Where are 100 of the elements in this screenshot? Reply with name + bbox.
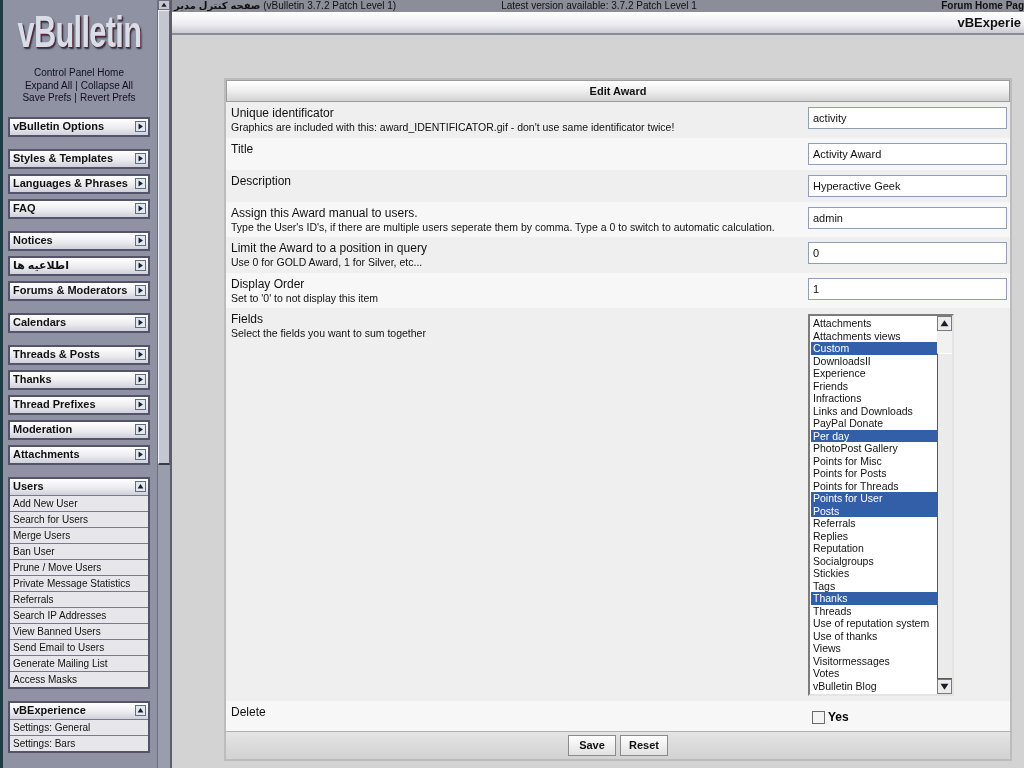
listbox-option[interactable]: Friends [811,379,937,392]
sidebar-group-header[interactable]: Styles & Templates [10,150,148,167]
text-field[interactable]: Hyperactive Geek [808,174,1007,197]
listbox-option[interactable]: DownloadsII [811,354,937,367]
scrollbar[interactable] [157,0,170,768]
listbox-option[interactable]: Threads [811,604,937,617]
listbox-option[interactable]: Experience [811,367,937,380]
right-arrow-icon[interactable] [135,449,146,460]
sidebar-group-header[interactable]: Thread Prefixes [10,396,148,413]
field-label: Delete [231,705,267,719]
link-separator: | [74,92,77,103]
field-label: Fields [231,312,264,326]
listbox-option[interactable]: Reputation [811,542,937,555]
sidebar-group-header[interactable]: Threads & Posts [10,346,148,363]
up-arrow-icon[interactable] [135,705,146,716]
sidebar-group-header[interactable]: FAQ [10,200,148,217]
field-hint: Use 0 for GOLD Award, 1 for Silver, etc... [231,256,424,269]
listbox-option[interactable]: Replies [811,529,937,542]
field-hint: Select the fields you want to sum together [231,327,427,340]
right-arrow-icon[interactable] [135,349,146,360]
right-arrow-icon[interactable] [135,203,146,214]
right-arrow-icon[interactable] [135,374,146,385]
listbox-option[interactable]: Referrals [811,517,937,530]
listbox-option[interactable]: PhotoPost Gallery [811,442,937,455]
sidebar-group-header[interactable]: Thanks [10,371,148,388]
listbox-option[interactable]: Use of reputation system [811,617,937,630]
sidebar-link[interactable]: Collapse All [80,79,134,91]
right-arrow-icon[interactable] [135,153,146,164]
sidebar-group-header[interactable]: Languages & Phrases [10,175,148,192]
field-label: Assign this Award manual to users. [231,205,419,220]
field-hint: Set to '0' to not display this item [231,291,379,304]
field-label: Limit the Award to a position in query [231,241,428,255]
sidebar-group-header[interactable]: Calendars [10,314,148,331]
forum-home-link[interactable]: Forum Home Pag [941,0,1024,12]
right-arrow-icon[interactable] [135,178,146,189]
sidebar-group-header[interactable]: Attachments [10,446,148,463]
right-arrow-icon[interactable] [135,399,146,410]
scroll-up-icon[interactable] [937,316,952,331]
listbox-option[interactable]: Votes [811,667,937,680]
listbox-option[interactable]: Custom [811,342,937,355]
up-arrow-icon[interactable] [135,481,146,492]
version-notice: Latest version available: 3.7.2 Patch Level 1 [501,0,697,12]
product-title: vBExperie [957,15,1021,30]
scroll-up-icon[interactable] [158,0,170,10]
listbox-option[interactable]: Points for Threads [811,479,937,492]
sidebar-group-header[interactable]: Moderation [10,421,148,438]
listbox-option[interactable]: Points for Posts [811,467,937,480]
sidebar-group-header[interactable]: vBExperience [10,702,148,719]
form-button[interactable]: Save [568,735,616,756]
sidebar-link[interactable]: Save Prefs [22,92,72,103]
field-label: Display Order [231,276,306,291]
link-separator: | [75,79,78,91]
listbox-option[interactable]: Links and Downloads [811,404,937,417]
scrollbar-thumb[interactable] [158,10,170,465]
sidebar-group-header[interactable]: vBulletin Options [10,118,148,135]
listbox-option[interactable]: Visitormessages [811,654,937,667]
listbox-option[interactable]: Socialgroups [811,554,937,567]
checkbox[interactable] [812,710,825,724]
listbox-option[interactable]: Points for User [811,492,937,505]
sidebar-group-header[interactable]: Notices [10,232,148,249]
field-label: Title [231,141,255,156]
listbox-option[interactable]: vBulletin Blog [811,679,937,692]
text-field[interactable]: Activity Award [808,142,1007,165]
sidebar-group-header[interactable]: اطلاعیه ها [10,257,148,274]
text-field[interactable]: admin [808,206,1007,229]
text-field[interactable]: activity [808,107,1007,129]
sidebar-group-header[interactable]: Users [10,478,148,495]
sidebar-link[interactable]: Revert Prefs [79,92,136,103]
right-arrow-icon[interactable] [135,260,146,271]
field-label: Unique identificator [231,106,335,120]
form-button[interactable]: Reset [620,735,668,756]
right-arrow-icon[interactable] [135,317,146,328]
sidebar-link[interactable]: Expand All [24,79,73,91]
listbox-option[interactable]: Use of thanks [811,629,937,642]
logo: vBulletin [17,7,141,57]
right-arrow-icon[interactable] [135,285,146,296]
listbox-option[interactable]: Thanks [811,592,937,605]
text-field[interactable]: 0 [808,242,1007,264]
listbox-option[interactable]: Attachments views [811,329,937,342]
listbox-option[interactable]: Per day [811,429,937,442]
scroll-down-icon[interactable] [937,679,952,694]
listbox-option[interactable]: Attachments [811,317,937,330]
field-label: Description [231,173,293,188]
listbox-option[interactable]: Stickies [811,567,937,580]
listbox-option[interactable]: Points for Misc [811,454,937,467]
right-arrow-icon[interactable] [135,424,146,435]
right-arrow-icon[interactable] [135,121,146,132]
sidebar-link[interactable]: Control Panel Home [33,67,124,78]
checkbox-label[interactable]: Yes [828,710,849,725]
panel-title: Edit Award [226,80,1010,102]
right-arrow-icon[interactable] [135,235,146,246]
listbox-option[interactable]: Tags [811,579,937,592]
text-field[interactable]: 1 [808,277,1007,300]
sidebar-group-header[interactable]: Forums & Moderators [10,282,148,299]
listbox-option[interactable]: PayPal Donate [811,417,937,430]
listbox-option[interactable]: Views [811,642,937,655]
field-hint: Graphics are included with this: award_IDENTIFICATOR.gif - don't use same identificator twice! [231,121,676,134]
field-hint: Type the User's ID's, if there are multiple users seperate them by comma. Type a 0 to switch to automatic calculation. [231,220,776,233]
fields-listbox[interactable] [808,314,954,696]
listbox-option[interactable]: Infractions [811,392,937,405]
